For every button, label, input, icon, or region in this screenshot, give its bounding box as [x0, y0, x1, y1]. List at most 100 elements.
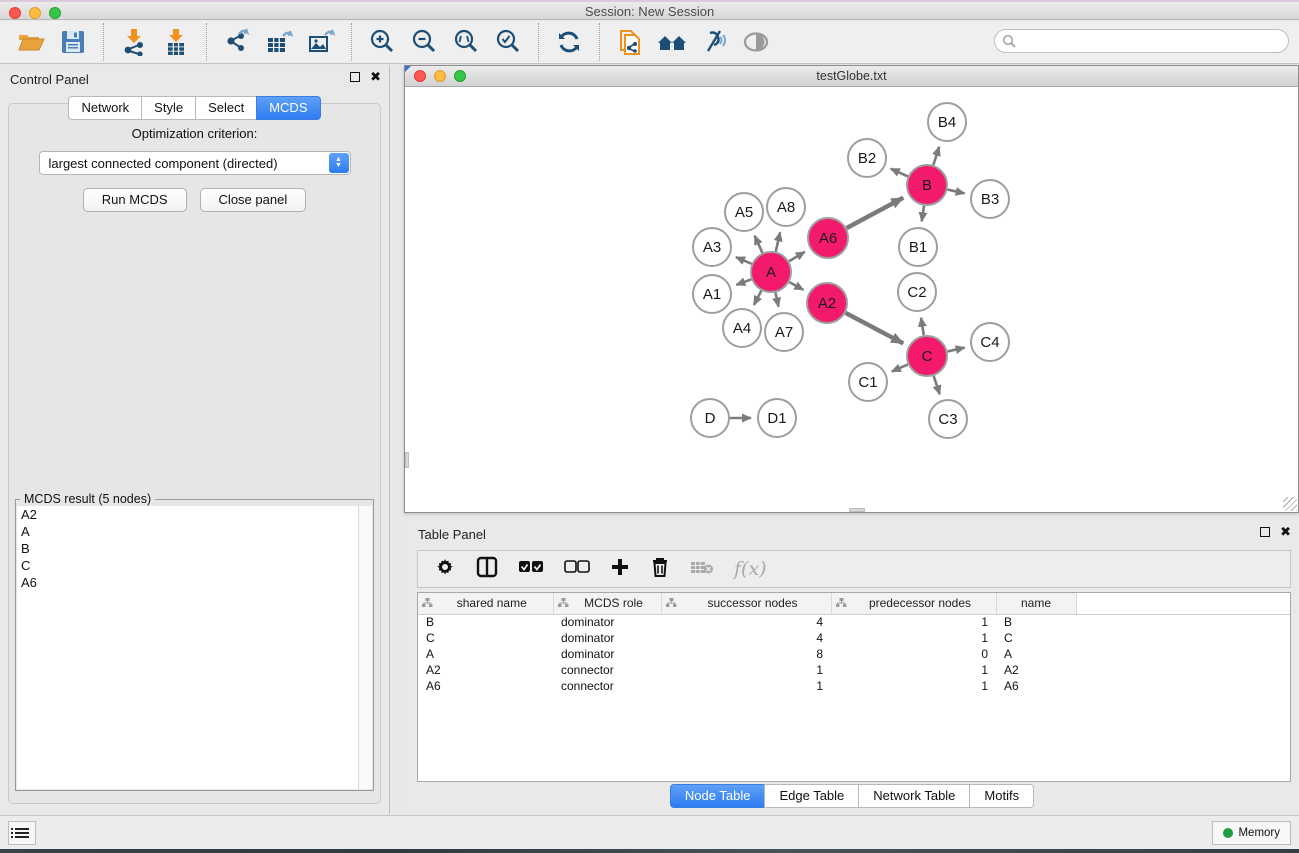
column-header[interactable]: shared name [418, 593, 553, 614]
node-A[interactable]: A [751, 252, 791, 292]
export-network-button[interactable] [216, 23, 258, 61]
open-session-button[interactable] [10, 23, 52, 61]
tab-network[interactable]: Network [68, 96, 142, 120]
table-settings-button[interactable] [434, 556, 456, 583]
tab-network-table[interactable]: Network Table [858, 784, 970, 808]
zoom-selected-button[interactable] [487, 23, 529, 61]
delete-column-button[interactable] [650, 556, 670, 583]
node-A7[interactable]: A7 [765, 313, 803, 351]
export-table-button[interactable] [258, 23, 300, 61]
save-session-button[interactable] [52, 23, 94, 61]
table-row[interactable]: A2connector11A2 [418, 662, 1290, 678]
node-D1[interactable]: D1 [758, 399, 796, 437]
edge-A-A3[interactable] [736, 257, 752, 264]
float-panel-icon[interactable] [350, 72, 360, 82]
node-A2[interactable]: A2 [807, 283, 847, 323]
tab-style[interactable]: Style [141, 96, 196, 120]
table-cell[interactable]: 4 [661, 630, 831, 646]
table-cell[interactable]: C [418, 630, 553, 646]
table-cell[interactable]: 8 [661, 646, 831, 662]
node-B[interactable]: B [907, 165, 947, 205]
table-cell[interactable]: dominator [553, 614, 661, 630]
result-item[interactable]: C [17, 557, 372, 574]
deselect-all-button[interactable] [564, 560, 590, 579]
table-cell[interactable]: 1 [831, 630, 996, 646]
table-cell[interactable]: A6 [418, 678, 553, 694]
result-item[interactable]: A6 [17, 574, 372, 591]
network-graph[interactable]: B4B2BB3A5A8A6A3B1AA1C2A2A4A7C4CC1C3DD1 [405, 87, 1298, 512]
table-cell[interactable]: B [996, 614, 1076, 630]
table-cell[interactable]: 0 [831, 646, 996, 662]
table-cell[interactable]: dominator [553, 630, 661, 646]
close-panel-button[interactable]: Close panel [200, 188, 307, 212]
column-header[interactable]: predecessor nodes [831, 593, 996, 614]
export-image-button[interactable] [300, 23, 342, 61]
float-table-panel-icon[interactable] [1260, 527, 1270, 537]
table-cell[interactable]: 1 [661, 662, 831, 678]
zoom-fit-button[interactable] [445, 23, 487, 61]
refresh-button[interactable] [548, 23, 590, 61]
zoom-out-button[interactable] [403, 23, 445, 61]
table-cell[interactable]: C [996, 630, 1076, 646]
table-cell[interactable]: 1 [661, 678, 831, 694]
result-item[interactable]: A2 [17, 506, 372, 523]
import-table-button[interactable] [155, 23, 197, 61]
tab-node-table[interactable]: Node Table [670, 784, 766, 808]
node-A6[interactable]: A6 [808, 218, 848, 258]
table-cell[interactable]: A2 [418, 662, 553, 678]
edge-C-C2[interactable] [921, 318, 924, 336]
edge-B-B3[interactable] [947, 190, 964, 194]
network-canvas[interactable]: B4B2BB3A5A8A6A3B1AA1C2A2A4A7C4CC1C3DD1 [405, 87, 1298, 512]
edge-B-B2[interactable] [891, 169, 908, 177]
edge-C-C3[interactable] [934, 376, 940, 394]
node-A5[interactable]: A5 [725, 193, 763, 231]
edge-B-B1[interactable] [922, 206, 924, 221]
edge-A-A8[interactable] [776, 232, 780, 251]
result-item[interactable]: A [17, 523, 372, 540]
edge-A-A5[interactable] [755, 236, 763, 253]
column-header[interactable]: MCDS role [553, 593, 661, 614]
node-C1[interactable]: C1 [849, 363, 887, 401]
table-cell[interactable]: dominator [553, 646, 661, 662]
table-cell[interactable]: 1 [831, 678, 996, 694]
table-cell[interactable]: A [418, 646, 553, 662]
table-cell[interactable]: connector [553, 678, 661, 694]
tab-edge-table[interactable]: Edge Table [764, 784, 859, 808]
edge-A-A2[interactable] [789, 282, 803, 290]
table-cell[interactable]: A [996, 646, 1076, 662]
edge-A-A1[interactable] [736, 279, 751, 285]
node-C2[interactable]: C2 [898, 273, 936, 311]
node-D[interactable]: D [691, 399, 729, 437]
node-C3[interactable]: C3 [929, 400, 967, 438]
clone-network-button[interactable] [609, 23, 651, 61]
table-row[interactable]: Adominator80A [418, 646, 1290, 662]
table-cell[interactable]: 1 [831, 662, 996, 678]
edge-A-A7[interactable] [775, 293, 778, 307]
table-cell[interactable]: 1 [831, 614, 996, 630]
zoom-in-button[interactable] [361, 23, 403, 61]
edge-A6-B[interactable] [847, 198, 904, 228]
network-resize-grip[interactable] [1283, 497, 1297, 511]
edge-C-C1[interactable] [892, 364, 908, 371]
node-A1[interactable]: A1 [693, 275, 731, 313]
table-cell[interactable]: B [418, 614, 553, 630]
tab-motifs[interactable]: Motifs [969, 784, 1034, 808]
node-B1[interactable]: B1 [899, 228, 937, 266]
node-table[interactable]: shared nameMCDS rolesuccessor nodesprede… [417, 592, 1291, 782]
edge-A-A6[interactable] [789, 252, 805, 261]
edge-A-A4[interactable] [754, 291, 761, 305]
node-A8[interactable]: A8 [767, 188, 805, 226]
node-B2[interactable]: B2 [848, 139, 886, 177]
table-row[interactable]: Bdominator41B [418, 614, 1290, 630]
result-list-scrollbar[interactable] [358, 506, 372, 789]
close-panel-icon[interactable]: ✖ [370, 72, 381, 82]
column-view-button[interactable] [476, 556, 498, 583]
edge-A2-C[interactable] [846, 313, 904, 344]
column-header[interactable]: successor nodes [661, 593, 831, 614]
show-graphics-button[interactable] [735, 23, 777, 61]
memory-button[interactable]: Memory [1212, 821, 1291, 845]
tab-select[interactable]: Select [195, 96, 257, 120]
close-table-panel-icon[interactable]: ✖ [1280, 527, 1291, 537]
node-B4[interactable]: B4 [928, 103, 966, 141]
network-vertical-scrollbar[interactable] [405, 452, 409, 468]
